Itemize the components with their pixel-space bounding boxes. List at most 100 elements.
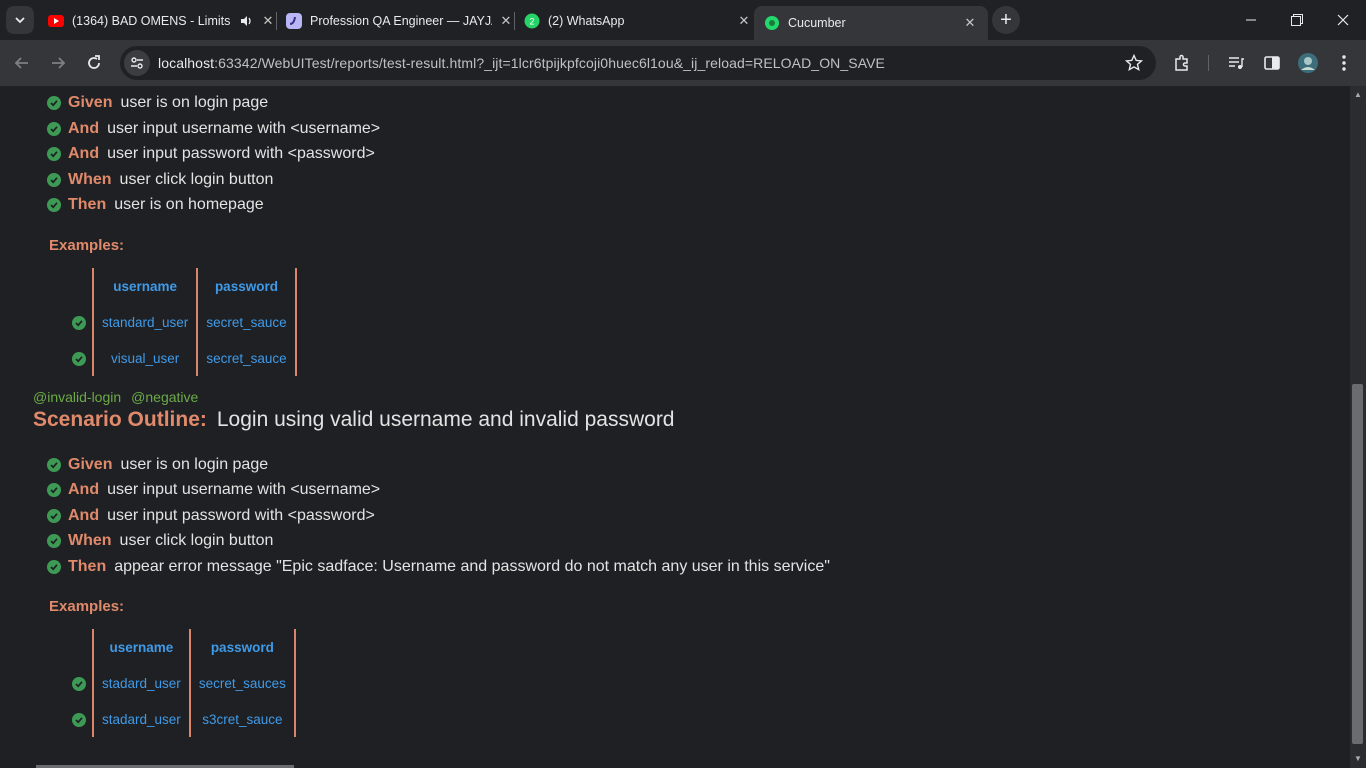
step-keyword: Then — [68, 558, 107, 575]
table-cell: stadard_user — [92, 665, 191, 701]
tab-title: (1364) BAD OMENS - Limits — [72, 14, 231, 28]
step-keyword: Given — [68, 456, 113, 473]
svg-text:2: 2 — [529, 17, 534, 27]
scenario-name: Login using valid username and invalid p… — [216, 408, 675, 431]
toolbar-divider — [1208, 55, 1209, 71]
passed-check-icon — [47, 560, 61, 574]
passed-check-icon — [72, 676, 86, 691]
tab-whatsapp[interactable]: 2 (2) WhatsApp ✕ — [516, 6, 760, 36]
restore-button[interactable] — [1274, 0, 1320, 40]
step-keyword: And — [68, 507, 100, 524]
step-text: user input password with <password> — [107, 507, 375, 524]
tab-strip: (1364) BAD OMENS - Limits ✕ Profession Q… — [0, 0, 1366, 40]
passed-check-icon — [72, 351, 86, 366]
tab-divider — [276, 12, 277, 30]
examples-label: Examples: — [49, 237, 125, 254]
minimize-button[interactable] — [1228, 0, 1274, 40]
step-text: user is on homepage — [114, 196, 264, 213]
scrollbar-thumb[interactable] — [1352, 384, 1363, 744]
bookmark-star-icon[interactable] — [1124, 53, 1144, 73]
close-icon[interactable]: ✕ — [736, 13, 752, 29]
step-keyword: When — [68, 532, 112, 549]
close-icon — [1337, 14, 1349, 26]
step-text: user input username with <username> — [107, 120, 381, 137]
tab-search-button[interactable] — [6, 6, 34, 34]
tab-title: Profession QA Engineer — JAYJA — [310, 14, 492, 28]
vertical-scrollbar[interactable]: ▲ ▼ — [1350, 86, 1366, 768]
step-keyword: Then — [68, 196, 107, 213]
arrow-left-icon — [14, 57, 28, 69]
step-text: user click login button — [119, 171, 274, 188]
extensions-puzzle-icon[interactable] — [1170, 51, 1194, 75]
passed-check-icon — [47, 198, 61, 212]
passed-check-icon — [47, 122, 61, 136]
media-control-icon[interactable] — [1224, 51, 1248, 75]
table-cell: secret_sauce — [196, 304, 297, 340]
step: And user input username with <username> — [47, 117, 380, 141]
new-tab-button[interactable]: + — [992, 6, 1020, 34]
tag[interactable]: @negative — [131, 389, 198, 405]
step-keyword: When — [68, 171, 112, 188]
youtube-icon — [48, 13, 64, 29]
scenario-title: Scenario Outline: Login using valid usern… — [33, 408, 675, 432]
step: When user click login button — [47, 529, 273, 553]
tab-youtube[interactable]: (1364) BAD OMENS - Limits ✕ — [40, 6, 284, 36]
address-bar[interactable]: localhost:63342/WebUITest/reports/test-r… — [120, 46, 1156, 80]
close-icon[interactable]: ✕ — [260, 13, 276, 29]
passed-check-icon — [47, 509, 61, 523]
table-row: standard_user secret_sauce — [66, 304, 297, 340]
url-text: localhost:63342/WebUITest/reports/test-r… — [158, 55, 885, 71]
close-window-button[interactable] — [1320, 0, 1366, 40]
table-cell: visual_user — [91, 340, 199, 376]
restore-icon — [1291, 14, 1303, 26]
scroll-up-arrow-icon[interactable]: ▲ — [1353, 90, 1363, 100]
step: Then appear error message "Epic sadface:… — [47, 555, 830, 579]
side-panel-icon[interactable] — [1260, 51, 1284, 75]
step: And user input password with <password> — [47, 142, 375, 166]
examples-table: username password standard_user secret_s… — [66, 268, 297, 376]
scenario-keyword: Scenario Outline: — [33, 408, 207, 431]
step-text: user is on login page — [120, 94, 269, 111]
column-header: password — [188, 629, 296, 665]
column-header: password — [196, 268, 297, 304]
tab-title: (2) WhatsApp — [548, 14, 625, 28]
cucumber-icon — [764, 15, 780, 31]
step-text: user input password with <password> — [107, 145, 375, 162]
step-keyword: And — [68, 120, 100, 137]
speaker-icon[interactable] — [238, 13, 254, 29]
profession-site-icon — [286, 13, 302, 29]
passed-check-icon — [47, 458, 61, 472]
profile-avatar[interactable] — [1296, 51, 1320, 75]
step-text: user click login button — [119, 532, 274, 549]
tab-cucumber[interactable]: Cucumber ✕ — [754, 6, 988, 40]
table-cell: stadard_user — [92, 701, 191, 737]
tab-divider — [514, 12, 515, 30]
table-cell: secret_sauces — [188, 665, 296, 701]
tab-title: Cucumber — [788, 16, 846, 30]
forward-button[interactable] — [44, 49, 72, 77]
table-row: stadard_user s3cret_sauce — [66, 701, 296, 737]
tab-profession[interactable]: Profession QA Engineer — JAYJA ✕ — [278, 6, 522, 36]
passed-check-icon — [72, 315, 86, 330]
table-cell: s3cret_sauce — [188, 701, 296, 737]
table-cell: secret_sauce — [196, 340, 297, 376]
browser-toolbar: localhost:63342/WebUITest/reports/test-r… — [0, 40, 1366, 86]
scenario-tags: @invalid-login @negative — [33, 389, 208, 405]
close-icon[interactable]: ✕ — [498, 13, 514, 29]
step: And user input password with <password> — [47, 504, 375, 528]
tag[interactable]: @invalid-login — [33, 389, 121, 405]
close-icon[interactable]: ✕ — [962, 15, 978, 31]
examples-label: Examples: — [49, 598, 125, 615]
step: Then user is on homepage — [47, 193, 264, 217]
site-info-icon[interactable] — [124, 50, 150, 76]
back-button[interactable] — [8, 49, 36, 77]
table-row: stadard_user secret_sauces — [66, 665, 296, 701]
reload-button[interactable] — [80, 49, 108, 77]
step-keyword: And — [68, 481, 100, 498]
column-header: username — [91, 268, 199, 304]
passed-check-icon — [47, 173, 61, 187]
table-header-row: username password — [66, 268, 297, 304]
scroll-down-arrow-icon[interactable]: ▼ — [1353, 754, 1363, 764]
step-keyword: And — [68, 145, 100, 162]
menu-kebab-icon[interactable] — [1332, 51, 1356, 75]
